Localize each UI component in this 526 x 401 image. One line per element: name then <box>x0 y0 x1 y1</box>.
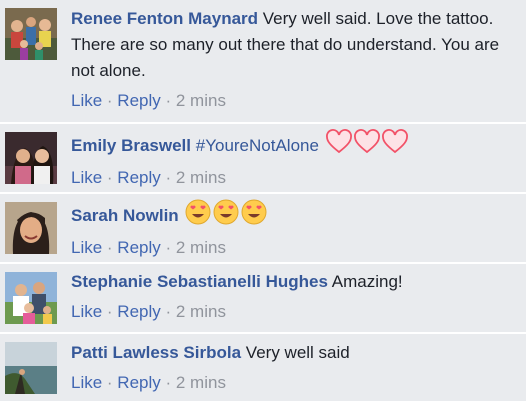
avatar[interactable] <box>5 342 57 394</box>
heart-eyes-emoji-icon <box>185 199 211 233</box>
heart-outline-icon <box>325 129 352 163</box>
separator: · <box>160 168 176 187</box>
heart-outline-icon <box>353 129 380 163</box>
separator: · <box>102 302 118 321</box>
comment-actions: Like · Reply · 2 mins <box>71 299 512 325</box>
heart-eyes-emoji-icon <box>213 199 239 233</box>
reply-link[interactable]: Reply <box>117 168 160 187</box>
avatar-family-outdoor-image <box>5 272 57 324</box>
comment-author[interactable]: Sarah Nowlin <box>71 206 179 225</box>
timestamp[interactable]: 2 mins <box>176 238 226 257</box>
comment-item: Renee Fenton Maynard Very well said. Lov… <box>0 0 526 124</box>
separator: · <box>160 238 176 257</box>
comment-author[interactable]: Emily Braswell <box>71 136 191 155</box>
reply-link[interactable]: Reply <box>117 373 160 392</box>
comment-actions: Like · Reply · 2 mins <box>71 88 512 114</box>
comment-author[interactable]: Patti Lawless Sirbola <box>71 343 241 362</box>
comment-body: Patti Lawless Sirbola Very well said Lik… <box>71 340 512 396</box>
like-link[interactable]: Like <box>71 91 102 110</box>
separator: · <box>102 91 118 110</box>
comment-body: Emily Braswell #YoureNotAlone Like · Rep… <box>71 129 512 191</box>
comment-body: Renee Fenton Maynard Very well said. Lov… <box>71 6 512 114</box>
like-link[interactable]: Like <box>71 302 102 321</box>
separator: · <box>102 238 118 257</box>
comment-body: Sarah Nowlin Like · Reply · 2 mins <box>71 199 512 261</box>
avatar-two-women-image <box>5 132 57 184</box>
separator: · <box>102 168 118 187</box>
avatar[interactable] <box>5 132 57 184</box>
avatar-landscape-image <box>5 342 57 394</box>
comment-author[interactable]: Stephanie Sebastianelli Hughes <box>71 272 328 291</box>
separator: · <box>160 91 176 110</box>
avatar[interactable] <box>5 272 57 324</box>
avatar[interactable] <box>5 8 57 60</box>
timestamp[interactable]: 2 mins <box>176 373 226 392</box>
like-link[interactable]: Like <box>71 168 102 187</box>
heart-eyes-emoji-icon <box>241 199 267 233</box>
comment-item: Patti Lawless Sirbola Very well said Lik… <box>0 334 526 401</box>
like-link[interactable]: Like <box>71 373 102 392</box>
timestamp[interactable]: 2 mins <box>176 91 226 110</box>
comment-list: Renee Fenton Maynard Very well said. Lov… <box>0 0 526 401</box>
timestamp[interactable]: 2 mins <box>176 302 226 321</box>
separator: · <box>160 373 176 392</box>
comment-item: Stephanie Sebastianelli Hughes Amazing! … <box>0 264 526 334</box>
separator: · <box>160 302 176 321</box>
timestamp[interactable]: 2 mins <box>176 168 226 187</box>
comment-text: Amazing! <box>331 272 403 291</box>
reply-link[interactable]: Reply <box>117 238 160 257</box>
heart-outline-icon <box>381 129 408 163</box>
avatar-family-group-image <box>5 8 57 60</box>
hashtag-link[interactable]: #YoureNotAlone <box>196 136 319 155</box>
comment-text: Very well said <box>245 343 350 362</box>
comment-actions: Like · Reply · 2 mins <box>71 165 512 191</box>
comment-actions: Like · Reply · 2 mins <box>71 235 512 261</box>
reply-link[interactable]: Reply <box>117 302 160 321</box>
comment-body: Stephanie Sebastianelli Hughes Amazing! … <box>71 269 512 325</box>
comment-actions: Like · Reply · 2 mins <box>71 370 512 396</box>
comment-item: Emily Braswell #YoureNotAlone Like · Rep… <box>0 124 526 194</box>
avatar-woman-smiling-image <box>5 202 57 254</box>
comment-author[interactable]: Renee Fenton Maynard <box>71 9 258 28</box>
separator: · <box>102 373 118 392</box>
like-link[interactable]: Like <box>71 238 102 257</box>
reply-link[interactable]: Reply <box>117 91 160 110</box>
avatar[interactable] <box>5 202 57 254</box>
comment-item: Sarah Nowlin Like · Reply · 2 mins <box>0 194 526 264</box>
